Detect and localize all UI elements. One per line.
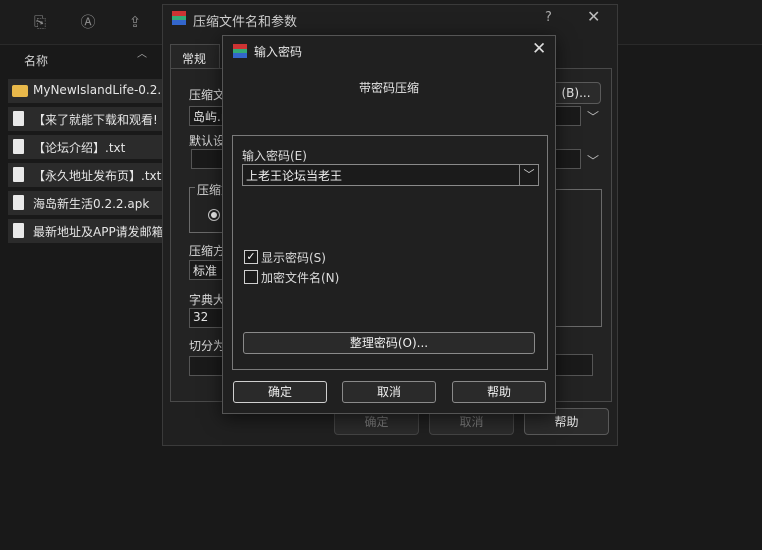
file-list-item[interactable]: 【永久地址发布页】.txt — [8, 163, 168, 187]
archive-name-value: 岛屿.r — [193, 110, 226, 124]
folder-icon — [12, 85, 28, 97]
password-dialog: 输入密码 ✕ 带密码压缩 输入密码(E) 上老王论坛当老王 ﹀ ✓ 显示密码(S… — [222, 35, 556, 414]
file-name: MyNewIslandLife-0.2.2 — [33, 83, 169, 97]
password-field-label: 输入密码(E) — [242, 149, 307, 163]
split-label: 切分为 — [189, 339, 226, 353]
password-value: 上老王论坛当老王 — [246, 169, 343, 183]
file-name: 海岛新生活0.2.2.apk — [33, 197, 150, 211]
file-icon — [13, 139, 24, 154]
cancel-button[interactable]: 取消 — [342, 381, 436, 403]
default-profile-label: 默认设 — [189, 134, 226, 148]
sort-ascending-icon: ︿ — [137, 49, 147, 60]
rename-icon[interactable]: Ⓐ — [78, 12, 98, 32]
method-label: 压缩方 — [189, 244, 226, 258]
format-radio[interactable] — [208, 209, 220, 221]
file-name: 【永久地址发布页】.txt — [33, 169, 162, 183]
help-icon[interactable]: ? — [545, 10, 552, 25]
chevron-down-icon[interactable]: ﹀ — [587, 152, 599, 169]
help-button[interactable]: 帮助 — [452, 381, 546, 403]
tab-general-label: 常规 — [182, 52, 207, 66]
method-value: 标准 — [193, 264, 218, 278]
encrypt-filenames-checkbox[interactable] — [244, 270, 258, 284]
dictionary-value: 32 — [193, 310, 209, 324]
column-header-name[interactable]: 名称 ︿ — [0, 45, 170, 73]
tab-general[interactable]: 常规 — [170, 44, 220, 69]
options-group — [555, 189, 602, 327]
browse-button[interactable]: (B)... — [551, 82, 601, 104]
file-icon — [13, 111, 24, 126]
encrypt-filenames-label: 加密文件名(N) — [261, 271, 340, 285]
file-icon — [13, 167, 24, 182]
password-input[interactable]: 上老王论坛当老王 ﹀ — [242, 164, 539, 186]
file-name: 【来了就能下载和观看! — [33, 113, 158, 127]
chevron-down-icon[interactable]: ﹀ — [587, 108, 599, 125]
file-icon — [13, 195, 24, 210]
archive-name-label: 压缩文 — [189, 88, 226, 102]
file-icon — [13, 223, 24, 238]
file-list-item[interactable]: 【来了就能下载和观看! — [8, 107, 168, 131]
file-name: 最新地址及APP请发邮箱 — [33, 225, 164, 239]
file-name: 【论坛介绍】.txt — [33, 141, 126, 155]
winrar-icon — [233, 44, 247, 58]
close-icon[interactable]: ✕ — [532, 39, 546, 59]
file-list-item[interactable]: 海岛新生活0.2.2.apk — [8, 191, 168, 215]
chevron-down-icon[interactable]: ﹀ — [519, 165, 538, 185]
dialog-header: 带密码压缩 — [358, 81, 419, 95]
share-icon[interactable]: ⇪ — [125, 12, 145, 32]
winrar-icon — [172, 11, 186, 25]
column-name-label: 名称 — [24, 54, 49, 68]
archive-dialog-title: 压缩文件名和参数 — [193, 15, 298, 30]
dictionary-label: 字典大 — [189, 293, 226, 307]
paste-icon[interactable]: ⎘ — [30, 12, 50, 32]
file-list-item[interactable]: 最新地址及APP请发邮箱 — [8, 219, 168, 243]
show-password-checkbox[interactable]: ✓ — [244, 250, 258, 264]
show-password-label: 显示密码(S) — [261, 251, 326, 265]
close-icon[interactable]: ✕ — [587, 7, 600, 26]
password-dialog-title: 输入密码 — [254, 45, 303, 59]
split-unit-select[interactable] — [555, 354, 593, 376]
ok-button[interactable]: 确定 — [233, 381, 327, 403]
file-list-item[interactable]: 【论坛介绍】.txt — [8, 135, 168, 159]
file-list-item[interactable]: MyNewIslandLife-0.2.2 — [8, 79, 169, 103]
organize-passwords-button[interactable]: 整理密码(O)... — [243, 332, 535, 354]
